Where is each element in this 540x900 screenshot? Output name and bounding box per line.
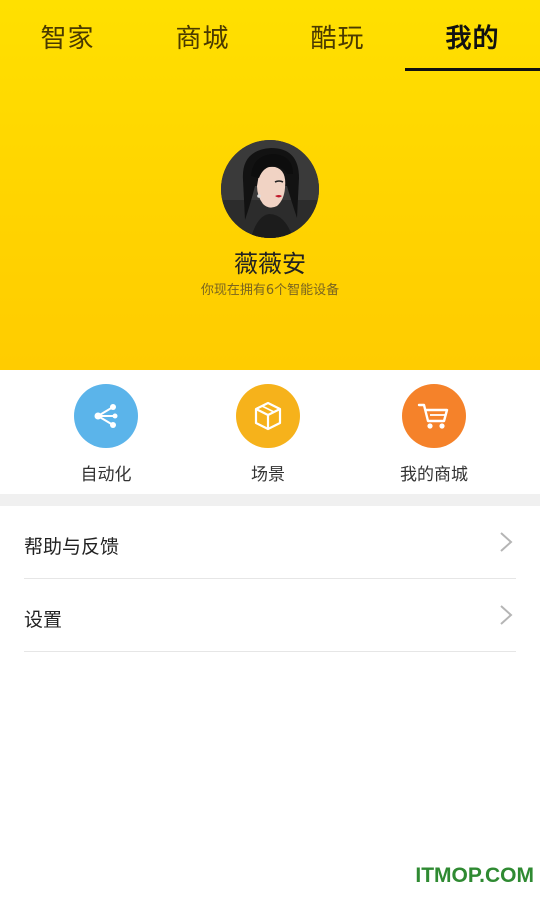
profile-header: 智家 商城 酷玩 我的 薇薇安 你现在拥有6个智能设备	[0, 0, 540, 370]
watermark: ITMOP.COM	[415, 864, 534, 887]
tab-mine[interactable]: 我的	[405, 0, 540, 72]
profile-page: 智家 商城 酷玩 我的 薇薇安 你现在拥有6个智能设备 自动化 场景 我的商城 …	[0, 0, 540, 900]
tab-smart-home[interactable]: 智家	[0, 0, 135, 72]
chevron-right-icon	[500, 605, 513, 625]
avatar[interactable]	[221, 140, 319, 238]
device-count-text: 你现在拥有6个智能设备	[200, 283, 340, 298]
tab-cool-play[interactable]: 酷玩	[270, 0, 405, 72]
menu-item-label: 帮助与反馈	[24, 536, 120, 558]
scene-label: 场景	[251, 465, 285, 485]
quick-actions: 自动化 场景 我的商城	[0, 370, 540, 494]
automation-label: 自动化	[80, 465, 132, 485]
username: 薇薇安	[234, 250, 306, 278]
share-nodes-icon	[74, 384, 138, 448]
cube-icon	[236, 384, 300, 448]
menu-item-help-feedback[interactable]: 帮助与反馈	[24, 506, 516, 579]
menu-item-settings[interactable]: 设置	[24, 579, 516, 652]
section-divider	[0, 494, 540, 506]
my-mall-button[interactable]: 我的商城	[364, 384, 504, 485]
settings-menu: 帮助与反馈 设置	[0, 506, 540, 652]
top-tab-bar: 智家 商城 酷玩 我的	[0, 0, 540, 72]
tab-mall[interactable]: 商城	[135, 0, 270, 72]
my-mall-label: 我的商城	[400, 465, 468, 485]
cart-icon	[402, 384, 466, 448]
active-tab-indicator	[405, 68, 540, 71]
automation-button[interactable]: 自动化	[36, 384, 176, 485]
menu-item-label: 设置	[24, 609, 63, 631]
chevron-right-icon	[500, 532, 513, 552]
scene-button[interactable]: 场景	[198, 384, 338, 485]
